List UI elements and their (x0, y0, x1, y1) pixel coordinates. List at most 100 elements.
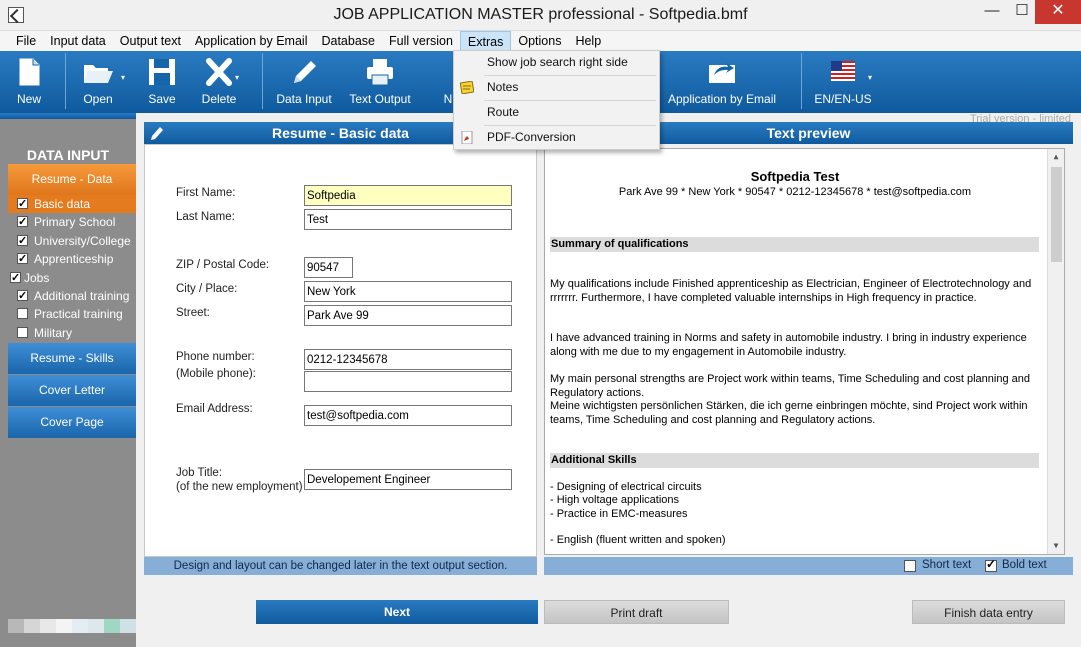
checkbox[interactable] (17, 213, 28, 231)
swatch[interactable] (120, 619, 136, 633)
sidebar-item-university-college[interactable]: University/College (8, 232, 136, 250)
zip-field[interactable] (304, 257, 353, 278)
notes-icon (460, 81, 474, 94)
summary-paragraph-1: My qualifications include Finished appre… (550, 278, 1032, 304)
menu-item-route[interactable]: Route (454, 101, 659, 124)
save-button[interactable]: Save (141, 51, 183, 113)
checkbox[interactable] (10, 269, 21, 287)
email-forward-icon (709, 63, 735, 83)
sidebar-item-jobs[interactable]: Jobs (8, 269, 136, 287)
swatch[interactable] (24, 619, 40, 633)
nav-cover-letter[interactable]: Cover Letter (8, 375, 136, 406)
maximize-button[interactable]: ☐ (1007, 0, 1037, 24)
nav-cover-page[interactable]: Cover Page (8, 407, 136, 438)
sidebar-item-additional-training[interactable]: Additional training (8, 287, 136, 305)
language-button[interactable]: EN/EN-US ▾ (812, 51, 874, 113)
swatch[interactable] (40, 619, 56, 633)
swatch[interactable] (88, 619, 104, 633)
layout-info-bar: Design and layout can be changed later i… (144, 557, 537, 575)
open-dropdown-icon[interactable]: ▾ (121, 73, 125, 82)
mobile-label: (Mobile phone): (176, 368, 256, 380)
sidebar-item-primary-school[interactable]: Primary School (8, 213, 136, 231)
mobile-field[interactable] (304, 371, 512, 392)
menu-input-data[interactable]: Input data (43, 31, 113, 51)
menu-file[interactable]: File (9, 31, 43, 51)
street-field[interactable] (304, 305, 512, 326)
last-name-field[interactable] (304, 209, 512, 230)
menu-application-by-email[interactable]: Application by Email (188, 31, 315, 51)
save-disk-icon (149, 59, 175, 85)
language-dropdown-icon[interactable]: ▾ (868, 73, 872, 82)
menu-extras[interactable]: Extras (459, 31, 512, 51)
sidebar-item-basic-data[interactable]: Basic data (8, 195, 136, 213)
scroll-up-icon[interactable]: ▲ (1048, 149, 1064, 165)
bold-text-checkbox[interactable] (985, 557, 997, 572)
open-button[interactable]: Open ▾ (75, 51, 125, 113)
new-document-icon (19, 58, 40, 86)
menu-bar: File Input data Output text Application … (0, 31, 1081, 51)
checkbox[interactable] (17, 232, 28, 250)
new-button[interactable]: New (8, 51, 50, 113)
pencil-icon (151, 127, 163, 140)
first-name-field[interactable] (304, 185, 512, 206)
text-output-button[interactable]: Text Output (344, 51, 416, 113)
checkbox[interactable] (17, 287, 28, 305)
print-draft-button[interactable]: Print draft (544, 600, 729, 624)
window-title: JOB APPLICATION MASTER professional - So… (333, 6, 748, 23)
pencil-icon (294, 61, 316, 83)
last-name-label: Last Name: (176, 211, 235, 223)
menu-output-text[interactable]: Output text (113, 31, 188, 51)
nav-resume-data[interactable]: Resume - Data (8, 164, 136, 195)
data-input-button[interactable]: Data Input (272, 51, 336, 113)
application-by-email-button[interactable]: Application by Email (664, 51, 780, 113)
toolbar-separator (262, 53, 263, 109)
bold-text-label: Bold text (1002, 559, 1047, 571)
title-bar: JOB APPLICATION MASTER professional - So… (0, 0, 1081, 31)
short-text-checkbox[interactable] (904, 560, 916, 572)
sidebar-item-practical-training[interactable]: Practical training (8, 305, 136, 323)
minimize-button[interactable]: — (977, 0, 1007, 24)
delete-button[interactable]: Delete ▾ (195, 51, 243, 113)
preview-name: Softpedia Test (750, 169, 840, 184)
menu-options[interactable]: Options (511, 31, 568, 51)
phone-field[interactable] (304, 349, 512, 370)
folder-open-icon (84, 65, 113, 83)
menu-help[interactable]: Help (568, 31, 608, 51)
skills-heading: Additional Skills (550, 453, 1039, 468)
checkbox[interactable] (17, 327, 28, 338)
menu-database[interactable]: Database (314, 31, 382, 51)
scroll-down-icon[interactable]: ▼ (1048, 538, 1064, 554)
city-field[interactable] (304, 281, 512, 302)
swatch[interactable] (104, 619, 120, 633)
swatch[interactable] (8, 619, 24, 633)
close-button[interactable]: ✕ (1035, 0, 1081, 24)
menu-item-notes[interactable]: Notes (454, 76, 659, 99)
toolbar-separator (65, 53, 66, 109)
next-button[interactable]: Next (256, 600, 538, 624)
scroll-thumb[interactable] (1051, 167, 1062, 262)
summary-paragraph-3: My main personal strengths are Project w… (550, 373, 1030, 399)
swatch[interactable] (56, 619, 72, 633)
delete-dropdown-icon[interactable]: ▾ (235, 73, 239, 82)
preview-scrollbar[interactable]: ▲ ▼ (1047, 149, 1064, 554)
checkbox[interactable] (17, 250, 28, 268)
sidebar-item-apprenticeship[interactable]: Apprenticeship (8, 250, 136, 268)
swatch[interactable] (72, 619, 88, 633)
menu-item-show-job-search[interactable]: Show job search right side (454, 51, 659, 74)
summary-paragraph-2: I have advanced training in Norms and sa… (550, 332, 1027, 358)
menu-item-pdf-conversion[interactable]: PDF-Conversion (454, 126, 659, 149)
job-title-label: Job Title: (176, 467, 223, 479)
pdf-icon (461, 131, 473, 144)
sidebar-item-military[interactable]: Military (8, 324, 136, 342)
menu-full-version[interactable]: Full version (382, 31, 460, 51)
job-title-field[interactable] (304, 469, 512, 490)
checkbox[interactable] (17, 308, 28, 319)
printer-icon (367, 59, 393, 86)
nav-resume-skills[interactable]: Resume - Skills (8, 343, 136, 374)
finish-data-entry-button[interactable]: Finish data entry (912, 600, 1065, 624)
email-field[interactable] (304, 405, 512, 426)
checkbox[interactable] (17, 195, 28, 213)
zip-label: ZIP / Postal Code: (176, 259, 270, 271)
job-title-sublabel: (of the new employment) (176, 481, 303, 493)
us-flag-icon (831, 61, 855, 81)
